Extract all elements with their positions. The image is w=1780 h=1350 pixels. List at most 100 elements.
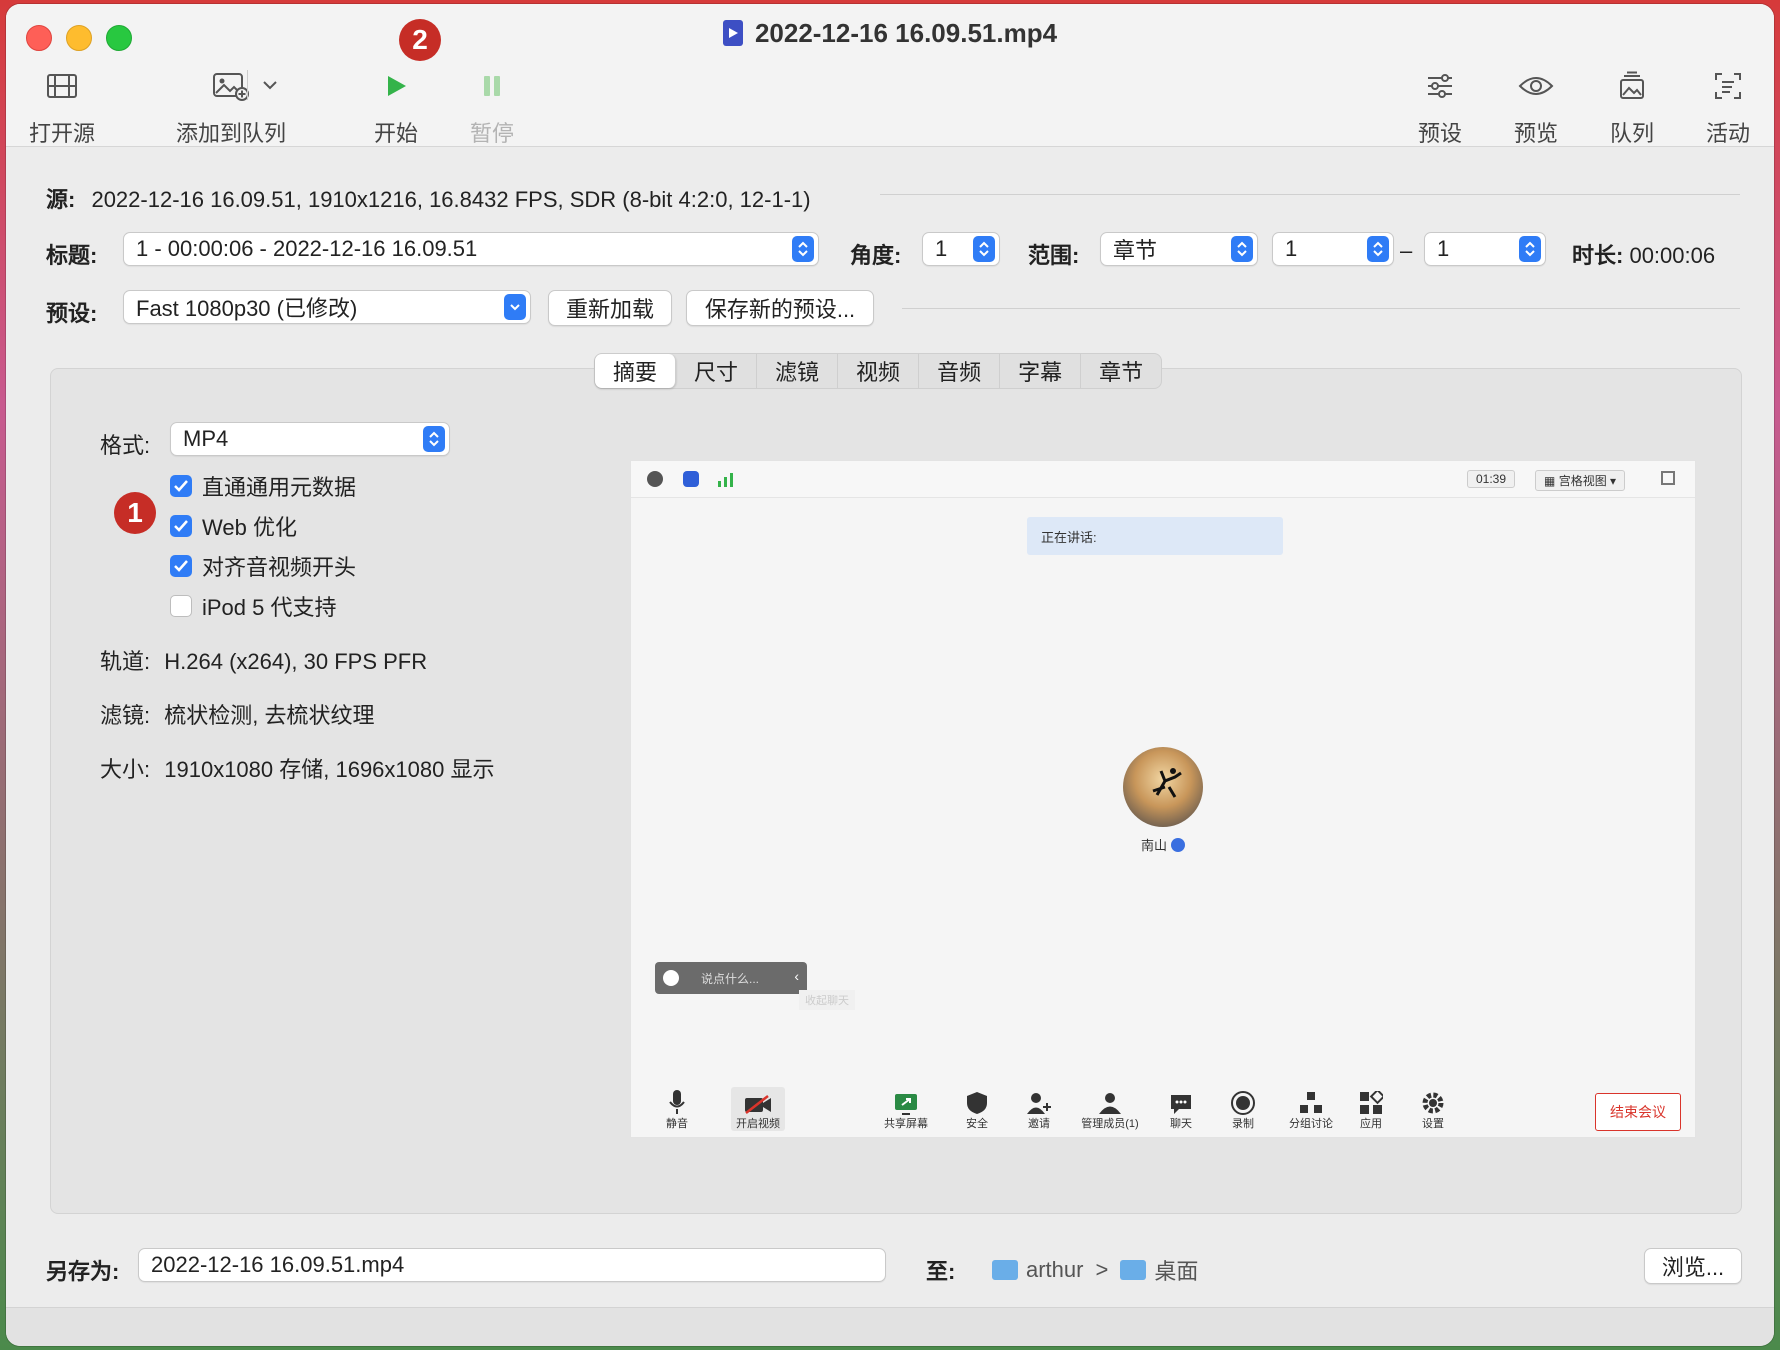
start-video-label: 开启视频 xyxy=(736,1118,780,1130)
signal-icon xyxy=(717,471,735,492)
tab-summary[interactable]: 摘要 xyxy=(595,354,677,388)
title-select[interactable]: 1 - 00:00:06 - 2022-12-16 16.09.51 xyxy=(123,232,819,266)
ipod-support-checkbox[interactable]: iPod 5 代支持 xyxy=(170,590,337,622)
web-optimized-checkbox[interactable]: Web 优化 xyxy=(170,510,297,542)
path-folder: 桌面 xyxy=(1154,1259,1199,1284)
tab-video[interactable]: 视频 xyxy=(838,354,920,388)
start-button[interactable]: 开始 xyxy=(366,66,426,148)
pause-button[interactable]: 暂停 xyxy=(462,66,522,148)
passthru-metadata-checkbox[interactable]: 直通通用元数据 xyxy=(170,470,356,502)
angle-stepper-icon xyxy=(973,236,995,262)
destination-path[interactable]: arthur > 桌面 xyxy=(992,1254,1198,1286)
open-source-label: 打开源 xyxy=(28,121,95,146)
breakout-rooms-label: 分组讨论 xyxy=(1289,1118,1333,1130)
members-icon xyxy=(1077,1087,1143,1115)
tab-audio[interactable]: 音频 xyxy=(919,354,1001,388)
chat-input-bar[interactable]: 说点什么... ‹ xyxy=(655,962,807,994)
angle-select-value: 1 xyxy=(935,236,948,261)
mute-button[interactable]: 静音 xyxy=(657,1087,697,1131)
align-av-start-label: 对齐音视频开头 xyxy=(202,555,357,580)
gear-icon xyxy=(1413,1087,1453,1115)
range-end-stepper-icon xyxy=(1519,236,1541,262)
save-new-preset-button[interactable]: 保存新的预设... xyxy=(686,290,874,326)
handbrake-window: 2022-12-16 16.09.51.mp4 打开源 添加到队列 开始 暂停 … xyxy=(6,4,1774,1346)
apps-button[interactable]: 应用 xyxy=(1351,1087,1391,1131)
tab-dimensions[interactable]: 尺寸 xyxy=(676,354,758,388)
format-select[interactable]: MP4 xyxy=(170,422,450,456)
presets-button[interactable]: 预设 xyxy=(1410,66,1470,148)
checkmark-icon xyxy=(170,555,192,577)
unchecked-box-icon xyxy=(170,595,192,617)
checkmark-icon xyxy=(170,515,192,537)
share-screen-button[interactable]: 共享屏幕 xyxy=(881,1087,931,1131)
size-label: 大小: xyxy=(100,757,151,782)
reload-preset-button[interactable]: 重新加载 xyxy=(548,290,672,326)
breakout-rooms-button[interactable]: 分组讨论 xyxy=(1285,1087,1337,1131)
filters-value: 梳状检测, 去梳状纹理 xyxy=(164,703,375,728)
record-button[interactable]: 录制 xyxy=(1223,1087,1263,1131)
range-end-select[interactable]: 1 xyxy=(1424,232,1546,266)
share-screen-icon xyxy=(881,1087,931,1115)
range-type-value: 章节 xyxy=(1113,238,1158,263)
video-off-icon xyxy=(731,1087,785,1115)
range-type-stepper-icon xyxy=(1231,236,1253,262)
invite-button[interactable]: 邀请 xyxy=(1019,1087,1059,1131)
preview-button[interactable]: 预览 xyxy=(1506,66,1566,148)
range-start-select[interactable]: 1 xyxy=(1272,232,1394,266)
pause-icon xyxy=(462,66,522,106)
preview-frame[interactable]: 01:39 ▦ 宫格视图 ▾ 正在讲话: 南山 说点什么... ‹ 收起聊天 静… xyxy=(630,460,1696,1138)
shield-icon xyxy=(957,1087,997,1115)
add-user-icon xyxy=(1019,1087,1059,1115)
range-type-select[interactable]: 章节 xyxy=(1100,232,1258,266)
tab-subtitles[interactable]: 字幕 xyxy=(1000,354,1082,388)
browse-button[interactable]: 浏览... xyxy=(1644,1248,1742,1284)
align-av-start-checkbox[interactable]: 对齐音视频开头 xyxy=(170,550,356,582)
end-meeting-button[interactable]: 结束会议 xyxy=(1595,1093,1681,1131)
queue-label: 队列 xyxy=(1609,121,1654,146)
fullscreen-icon[interactable] xyxy=(1661,471,1675,485)
view-mode-select[interactable]: ▦ 宫格视图 ▾ xyxy=(1535,470,1626,491)
home-folder-icon xyxy=(992,1260,1018,1280)
filters-row: 滤镜: 梳状检测, 去梳状纹理 xyxy=(100,698,374,730)
toolbar-divider xyxy=(247,70,248,100)
preset-select-value: Fast 1080p30 (已修改) xyxy=(136,296,358,321)
angle-select[interactable]: 1 xyxy=(922,232,1000,266)
photo-stack-icon xyxy=(1602,66,1662,106)
chat-button[interactable]: 聊天 xyxy=(1161,1087,1201,1131)
save-filename-input[interactable]: 2022-12-16 16.09.51.mp4 xyxy=(138,1248,886,1282)
tracks-row: 轨道: H.264 (x264), 30 FPS PFR xyxy=(100,644,427,676)
range-label: 范围: xyxy=(1028,243,1080,268)
preset-select[interactable]: Fast 1080p30 (已修改) xyxy=(123,290,531,324)
manage-members-button[interactable]: 管理成员(1) xyxy=(1077,1087,1143,1131)
duration-value: 00:00:06 xyxy=(1629,243,1716,268)
emoji-icon[interactable] xyxy=(663,970,679,986)
play-icon xyxy=(366,66,426,106)
pause-label: 暂停 xyxy=(469,121,514,146)
open-source-button[interactable]: 打开源 xyxy=(22,66,102,148)
duration-row: 时长: 00:00:06 xyxy=(1572,238,1715,270)
save-as-label: 另存为: xyxy=(46,1259,120,1284)
participant-avatar xyxy=(1123,747,1203,827)
window-title: 2022-12-16 16.09.51.mp4 xyxy=(6,18,1774,49)
film-icon xyxy=(22,66,102,106)
meeting-timer: 01:39 xyxy=(1467,470,1516,488)
source-row: 源: 2022-12-16 16.09.51, 1910x1216, 16.84… xyxy=(46,182,811,214)
add-queue-dropdown-chevron-icon[interactable] xyxy=(262,78,278,96)
activity-button[interactable]: 活动 xyxy=(1698,66,1758,148)
tab-chapters[interactable]: 章节 xyxy=(1081,354,1161,388)
tab-filters[interactable]: 滤镜 xyxy=(757,354,839,388)
source-label: 源: xyxy=(46,187,76,212)
start-video-button[interactable]: 开启视频 xyxy=(731,1087,785,1131)
security-button[interactable]: 安全 xyxy=(957,1087,997,1131)
queue-button[interactable]: 队列 xyxy=(1602,66,1662,148)
apps-grid-icon xyxy=(1351,1087,1391,1115)
silhouette-icon xyxy=(1152,768,1182,798)
source-separator xyxy=(880,194,1740,195)
chevron-left-icon[interactable]: ‹ xyxy=(794,968,799,984)
tracks-label: 轨道: xyxy=(100,649,151,674)
breakout-rooms-icon xyxy=(1285,1087,1337,1115)
record-label: 录制 xyxy=(1232,1118,1254,1130)
format-stepper-icon xyxy=(423,426,445,452)
format-select-value: MP4 xyxy=(183,426,229,451)
settings-button[interactable]: 设置 xyxy=(1413,1087,1453,1131)
